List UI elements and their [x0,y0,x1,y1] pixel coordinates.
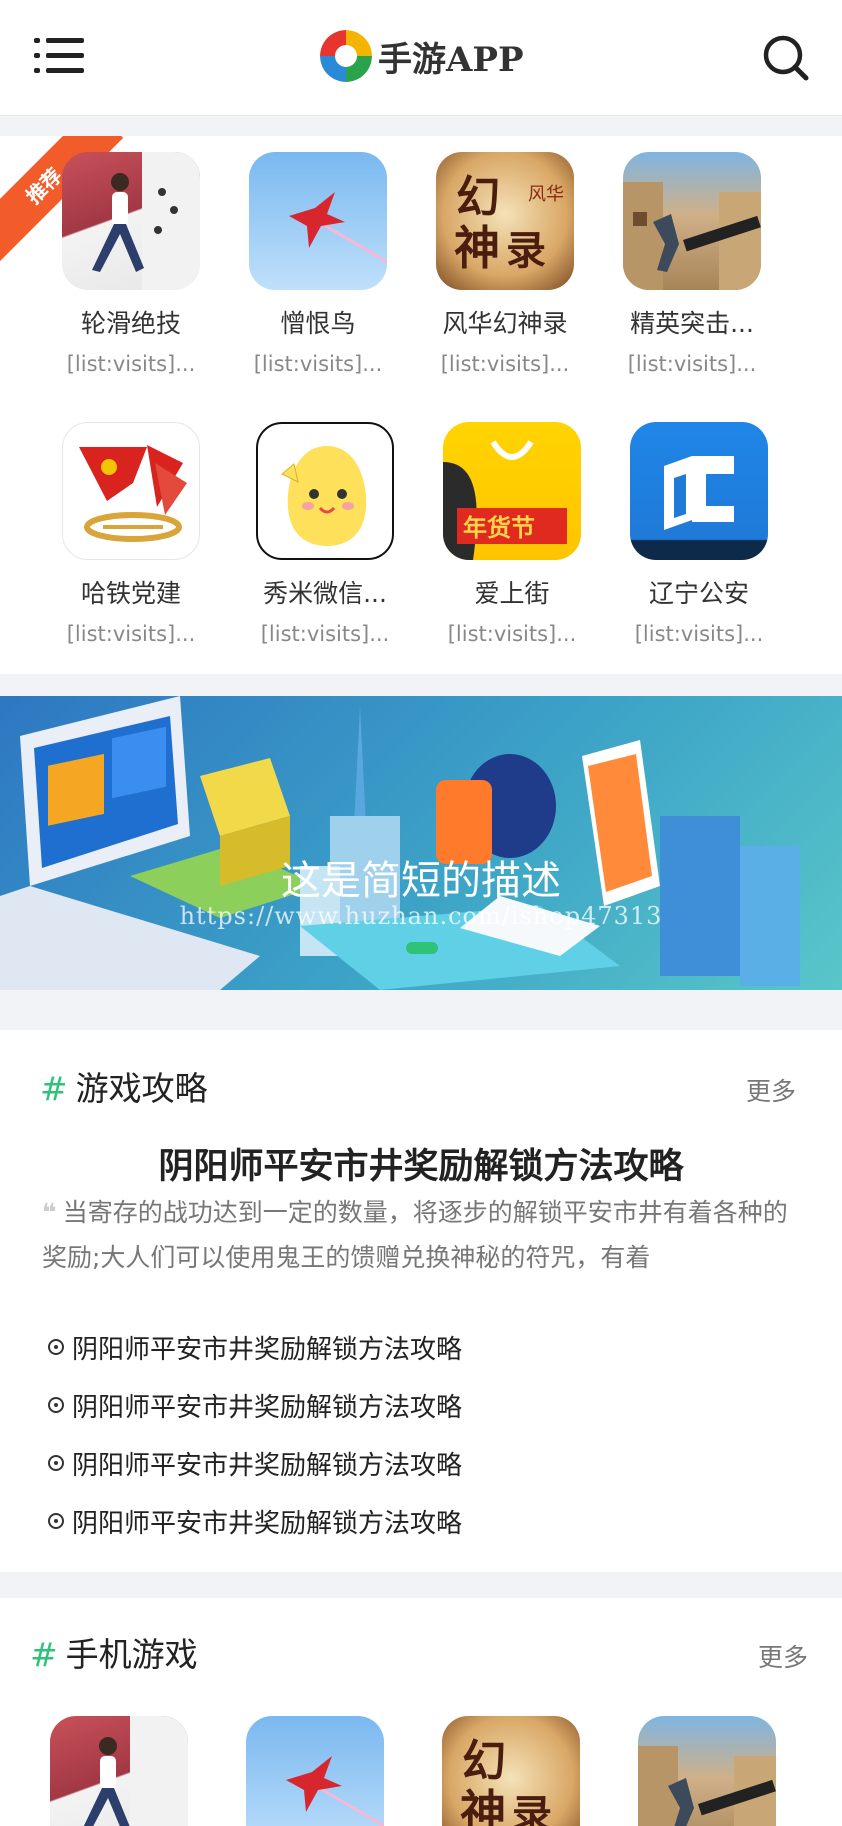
app-item[interactable] [230,1716,400,1826]
mobile-games-section: # 手机游戏 更多 幻 神 录 [0,1598,842,1826]
app-item[interactable]: 憎恨鸟 [list:visits]... [233,152,403,376]
app-name: 憎恨鸟 [280,309,356,338]
svg-text:录: 录 [506,227,546,274]
app-visits: [list:visits]... [253,352,383,376]
section-title-text: 游戏攻略 [75,1069,208,1108]
bullet-icon [48,1397,64,1413]
app-visits: [list:visits]... [66,352,196,376]
more-link[interactable]: 更多 [746,1072,796,1108]
svg-text:年货节: 年货节 [463,514,535,542]
app-icon [638,1716,776,1826]
app-name: 辽宁公安 [648,579,749,608]
app-icon [623,152,761,290]
app-name: 秀米微信... [263,579,387,608]
app-item[interactable]: 哈铁党建 [list:visits]... [46,422,216,646]
app-item[interactable]: 秀米微信... [list:visits]... [240,422,410,646]
app-icon: 年货节 [443,422,581,560]
app-item[interactable] [622,1716,792,1826]
excerpt-text: 当寄存的战功达到一定的数量，将逐步的解锁平安市井有着各种的奖励;大人们可以使用鬼… [42,1198,788,1272]
app-item[interactable]: 年货节 爱上街 [list:visits]... [427,422,597,646]
more-link[interactable]: 更多 [758,1638,808,1674]
app-name: 精英突击... [630,309,754,338]
hash-icon: # [30,1635,58,1674]
promo-banner[interactable]: 这是简短的描述 https://www.huzhan.com/ishop4731… [0,696,842,990]
app-icon [630,422,768,560]
banner-watermark: https://www.huzhan.com/ishop47313 [179,902,663,930]
app-item[interactable]: 精英突击... [list:visits]... [607,152,777,376]
hash-icon: # [40,1069,68,1108]
menu-icon[interactable] [34,34,84,76]
app-logo[interactable]: 手游APP [320,28,524,84]
guides-section: # 游戏攻略 更多 阴阳师平安市井奖励解锁方法攻略 ❝ 当寄存的战功达到一定的数量，… [0,1030,842,1572]
app-icon [50,1716,188,1826]
quote-icon: ❝ [42,1198,57,1227]
svg-text:神: 神 [460,1785,506,1826]
app-icon [256,422,394,560]
app-icon [62,422,200,560]
app-icon [249,152,387,290]
bullet-icon [48,1339,64,1355]
app-title: 手游APP [378,39,524,80]
svg-text:幻: 幻 [456,172,500,223]
section-title: # 游戏攻略 [40,1062,208,1110]
search-icon[interactable] [762,34,810,82]
app-icon: 幻 神 录 [442,1716,580,1826]
app-item[interactable] [34,1716,204,1826]
featured-article-excerpt: ❝ 当寄存的战功达到一定的数量，将逐步的解锁平安市井有着各种的奖励;大人们可以使用… [42,1190,802,1290]
app-name: 爱上街 [474,579,550,608]
app-icon: 幻 神 录 风华 [436,152,574,290]
app-icon [62,152,200,290]
list-item[interactable]: 阴阳师平安市井奖励解锁方法攻略 [48,1492,808,1550]
top-header: 手游APP [0,0,842,116]
list-item-label: 阴阳师平安市井奖励解锁方法攻略 [72,1450,463,1481]
svg-text:风华: 风华 [528,184,564,205]
section-title: # 手机游戏 [30,1628,198,1676]
app-visits: [list:visits]... [627,352,757,376]
recommend-panel: 推荐 轮滑绝技 [list:visits]... 憎恨鸟 [list:visit… [0,136,842,674]
banner-pagination-dot[interactable] [406,942,438,954]
app-name: 轮滑绝技 [80,309,181,338]
logo-icon [320,30,372,82]
list-item[interactable]: 阴阳师平安市井奖励解锁方法攻略 [48,1434,808,1492]
list-item[interactable]: 阴阳师平安市井奖励解锁方法攻略 [48,1376,808,1434]
app-name: 哈铁党建 [80,579,181,608]
bullet-icon [48,1513,64,1529]
app-visits: [list:visits]... [440,352,570,376]
featured-article-title[interactable]: 阴阳师平安市井奖励解锁方法攻略 [0,1138,842,1189]
app-visits: [list:visits]... [634,622,764,646]
app-icon [246,1716,384,1826]
section-title-text: 手机游戏 [65,1635,198,1674]
app-visits: [list:visits]... [260,622,390,646]
banner-caption: 这是简短的描述 [281,858,561,904]
list-item-label: 阴阳师平安市井奖励解锁方法攻略 [72,1334,463,1365]
bullet-icon [48,1455,64,1471]
svg-text:幻: 幻 [462,1736,506,1787]
list-item-label: 阴阳师平安市井奖励解锁方法攻略 [72,1392,463,1423]
list-item[interactable]: 阴阳师平安市井奖励解锁方法攻略 [48,1318,808,1376]
app-item[interactable]: 辽宁公安 [list:visits]... [614,422,784,646]
app-name: 风华幻神录 [442,309,568,338]
guide-list: 阴阳师平安市井奖励解锁方法攻略 阴阳师平安市井奖励解锁方法攻略 阴阳师平安市井奖… [48,1318,808,1550]
svg-text:录: 录 [512,1791,552,1826]
app-item[interactable]: 幻 神 录 [426,1716,596,1826]
svg-text:神: 神 [454,221,500,275]
app-visits: [list:visits]... [447,622,577,646]
app-visits: [list:visits]... [66,622,196,646]
app-item[interactable]: 幻 神 录 风华 风华幻神录 [list:visits]... [420,152,590,376]
app-item[interactable]: 轮滑绝技 [list:visits]... [46,152,216,376]
list-item-label: 阴阳师平安市井奖励解锁方法攻略 [72,1508,463,1539]
